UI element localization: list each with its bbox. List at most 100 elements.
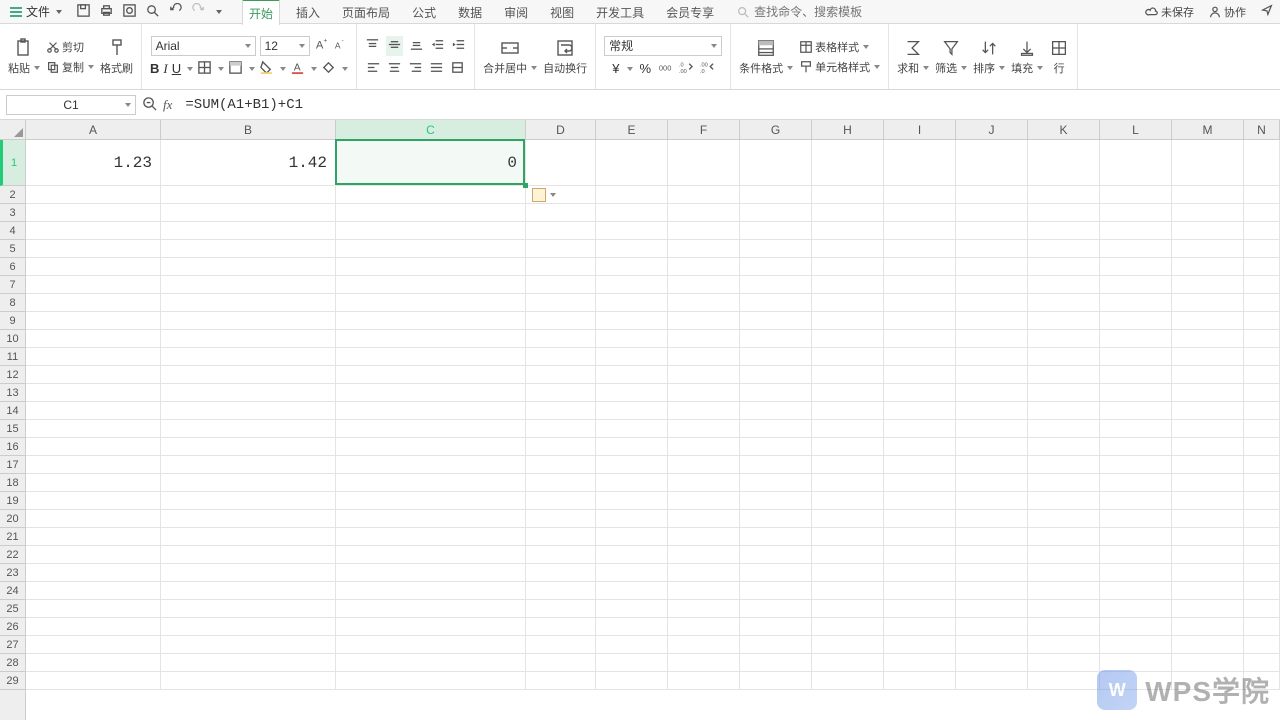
cell-B8[interactable] [161, 294, 336, 312]
cell-D6[interactable] [526, 258, 596, 276]
cell-K29[interactable] [1028, 672, 1100, 690]
cell-N1[interactable] [1244, 140, 1280, 186]
cell-E4[interactable] [596, 222, 668, 240]
cell-G4[interactable] [740, 222, 812, 240]
cell-F28[interactable] [668, 654, 740, 672]
cell-F9[interactable] [668, 312, 740, 330]
cell-A1[interactable]: 1.23 [26, 140, 161, 186]
cell-L14[interactable] [1100, 402, 1172, 420]
cell-K22[interactable] [1028, 546, 1100, 564]
cell-G29[interactable] [740, 672, 812, 690]
cell-D22[interactable] [526, 546, 596, 564]
cell-L11[interactable] [1100, 348, 1172, 366]
cell-F21[interactable] [668, 528, 740, 546]
col-header-N[interactable]: N [1244, 120, 1280, 139]
cell-G10[interactable] [740, 330, 812, 348]
cell-H23[interactable] [812, 564, 884, 582]
cell-H29[interactable] [812, 672, 884, 690]
cell-D23[interactable] [526, 564, 596, 582]
cell-B13[interactable] [161, 384, 336, 402]
cell-F5[interactable] [668, 240, 740, 258]
cell-L26[interactable] [1100, 618, 1172, 636]
row-col-button[interactable]: 行 [1049, 38, 1069, 76]
cell-D27[interactable] [526, 636, 596, 654]
conditional-format-button[interactable]: 条件格式 [739, 38, 793, 76]
cell-B9[interactable] [161, 312, 336, 330]
cell-G26[interactable] [740, 618, 812, 636]
cell-B1[interactable]: 1.42 [161, 140, 336, 186]
cell-E14[interactable] [596, 402, 668, 420]
cell-G17[interactable] [740, 456, 812, 474]
cell-L19[interactable] [1100, 492, 1172, 510]
cell-K14[interactable] [1028, 402, 1100, 420]
cell-K28[interactable] [1028, 654, 1100, 672]
cell-styles-button[interactable]: 单元格样式 [799, 59, 880, 75]
cell-A17[interactable] [26, 456, 161, 474]
cell-B16[interactable] [161, 438, 336, 456]
cell-B25[interactable] [161, 600, 336, 618]
cell-H20[interactable] [812, 510, 884, 528]
cell-I9[interactable] [884, 312, 956, 330]
cell-G27[interactable] [740, 636, 812, 654]
underline-button[interactable]: U [172, 61, 181, 76]
cell-D26[interactable] [526, 618, 596, 636]
row-header-20[interactable]: 20 [0, 510, 25, 528]
cell-H26[interactable] [812, 618, 884, 636]
cell-J8[interactable] [956, 294, 1028, 312]
cell-C17[interactable] [336, 456, 526, 474]
cell-K24[interactable] [1028, 582, 1100, 600]
command-search[interactable] [736, 5, 884, 19]
cell-F23[interactable] [668, 564, 740, 582]
row-header-3[interactable]: 3 [0, 204, 25, 222]
cell-N13[interactable] [1244, 384, 1280, 402]
cell-A20[interactable] [26, 510, 161, 528]
redo-icon[interactable] [191, 3, 206, 21]
unsaved-status[interactable]: 未保存 [1145, 4, 1194, 20]
cell-B20[interactable] [161, 510, 336, 528]
cell-G16[interactable] [740, 438, 812, 456]
cell-E17[interactable] [596, 456, 668, 474]
align-left-icon[interactable] [366, 60, 381, 78]
cell-C14[interactable] [336, 402, 526, 420]
cell-G20[interactable] [740, 510, 812, 528]
cell-F7[interactable] [668, 276, 740, 294]
cell-K11[interactable] [1028, 348, 1100, 366]
row-header-1[interactable]: 1 [0, 140, 25, 186]
row-header-21[interactable]: 21 [0, 528, 25, 546]
comma-icon[interactable]: 000 [657, 60, 672, 78]
cell-J12[interactable] [956, 366, 1028, 384]
tab-formula[interactable]: 公式 [406, 0, 442, 24]
cell-N17[interactable] [1244, 456, 1280, 474]
cell-H10[interactable] [812, 330, 884, 348]
cell-A6[interactable] [26, 258, 161, 276]
cell-C15[interactable] [336, 420, 526, 438]
save-icon[interactable] [76, 3, 91, 21]
cell-G21[interactable] [740, 528, 812, 546]
cell-B6[interactable] [161, 258, 336, 276]
cell-E2[interactable] [596, 186, 668, 204]
cell-I26[interactable] [884, 618, 956, 636]
row-header-13[interactable]: 13 [0, 384, 25, 402]
cell-M8[interactable] [1172, 294, 1244, 312]
cell-L20[interactable] [1100, 510, 1172, 528]
cell-F11[interactable] [668, 348, 740, 366]
cell-N21[interactable] [1244, 528, 1280, 546]
cell-M26[interactable] [1172, 618, 1244, 636]
cell-M16[interactable] [1172, 438, 1244, 456]
cell-I14[interactable] [884, 402, 956, 420]
collab-status[interactable]: 协作 [1208, 4, 1246, 20]
cell-N4[interactable] [1244, 222, 1280, 240]
cell-L8[interactable] [1100, 294, 1172, 312]
col-header-K[interactable]: K [1028, 120, 1100, 139]
cell-J9[interactable] [956, 312, 1028, 330]
cell-K4[interactable] [1028, 222, 1100, 240]
cell-M21[interactable] [1172, 528, 1244, 546]
cell-E7[interactable] [596, 276, 668, 294]
cell-M20[interactable] [1172, 510, 1244, 528]
cell-C3[interactable] [336, 204, 526, 222]
cell-N16[interactable] [1244, 438, 1280, 456]
cell-B10[interactable] [161, 330, 336, 348]
cell-G14[interactable] [740, 402, 812, 420]
cell-M5[interactable] [1172, 240, 1244, 258]
cell-I20[interactable] [884, 510, 956, 528]
